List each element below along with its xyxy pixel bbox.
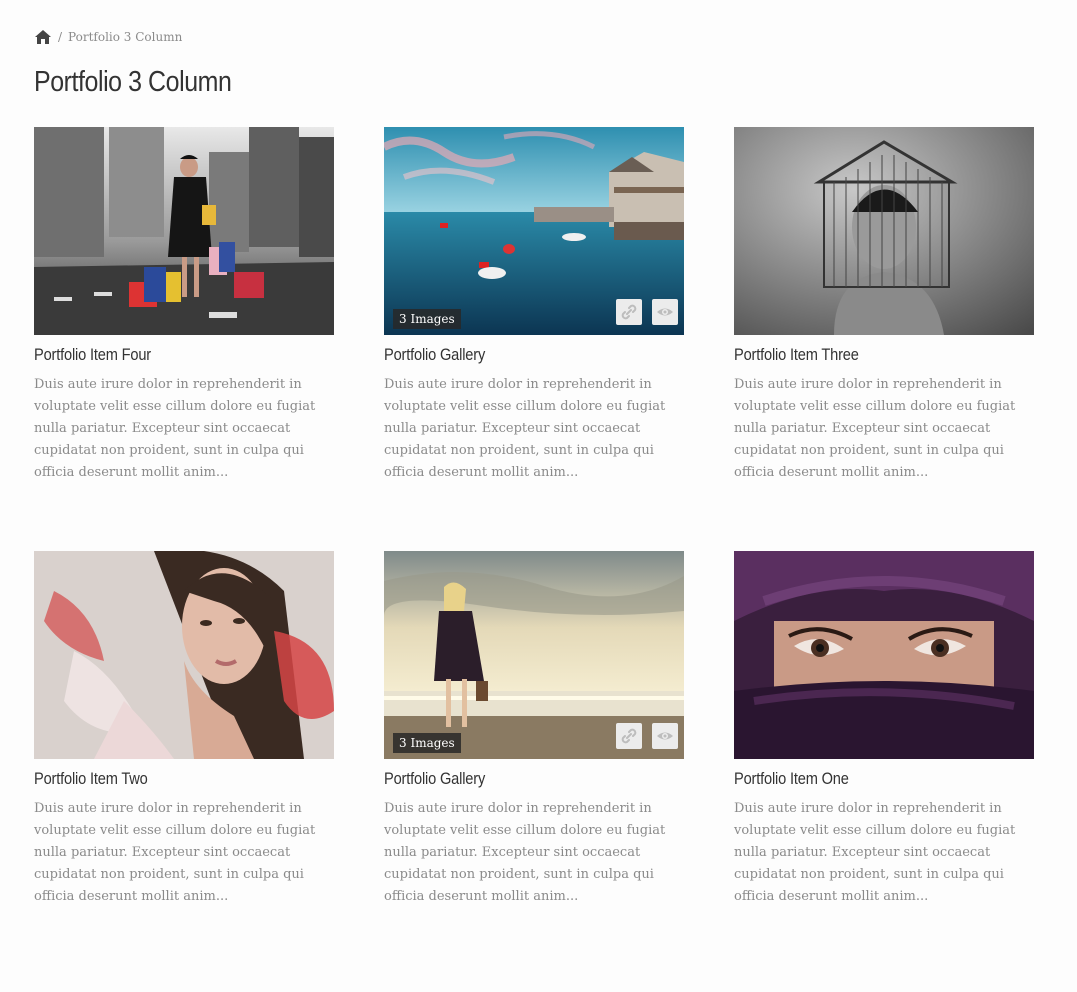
portfolio-item-title[interactable]: Portfolio Item Three — [734, 345, 859, 365]
woman-with-purple-veil-image — [734, 551, 1034, 759]
breadcrumb-current: Portfolio 3 Column — [68, 30, 183, 44]
portfolio-item-title[interactable]: Portfolio Item One — [734, 769, 849, 789]
portfolio-card: Portfolio Item One Duis aute irure dolor… — [734, 551, 1034, 975]
portfolio-item-excerpt: Duis aute irure dolor in reprehenderit i… — [34, 377, 316, 480]
page-title: Portfolio 3 Column — [34, 66, 232, 98]
breadcrumb: / Portfolio 3 Column — [34, 29, 182, 45]
link-icon[interactable] — [616, 723, 642, 749]
portfolio-item-title[interactable]: Portfolio Gallery — [384, 345, 485, 365]
woman-with-shopping-bags-image — [34, 127, 334, 335]
home-icon[interactable] — [34, 29, 52, 45]
woman-with-birdcage-image — [734, 127, 1034, 335]
eye-icon[interactable] — [652, 723, 678, 749]
link-icon[interactable] — [616, 299, 642, 325]
portfolio-thumbnail[interactable] — [34, 551, 334, 759]
portfolio-item-title[interactable]: Portfolio Item Two — [34, 769, 148, 789]
portfolio-thumbnail[interactable] — [34, 127, 334, 335]
portfolio-thumbnail[interactable]: 3 Images — [384, 551, 684, 759]
portfolio-grid: Portfolio Item Four Duis aute irure dolo… — [34, 127, 1034, 975]
portfolio-thumbnail[interactable] — [734, 551, 1034, 759]
portfolio-thumbnail[interactable] — [734, 127, 1034, 335]
portfolio-item-excerpt: Duis aute irure dolor in reprehenderit i… — [734, 377, 1016, 480]
portfolio-card: 3 Images Portfolio Gallery Duis aute iru… — [384, 551, 684, 975]
breadcrumb-separator: / — [58, 30, 63, 44]
portfolio-item-excerpt: Duis aute irure dolor in reprehenderit i… — [384, 801, 666, 904]
portfolio-item-excerpt: Duis aute irure dolor in reprehenderit i… — [384, 377, 666, 480]
image-count-badge: 3 Images — [393, 309, 461, 329]
portfolio-thumbnail[interactable]: 3 Images — [384, 127, 684, 335]
woman-with-red-collar-image — [34, 551, 334, 759]
portfolio-card: Portfolio Item Two Duis aute irure dolor… — [34, 551, 334, 975]
portfolio-item-excerpt: Duis aute irure dolor in reprehenderit i… — [734, 801, 1016, 904]
portfolio-card: Portfolio Item Four Duis aute irure dolo… — [34, 127, 334, 551]
portfolio-page: / Portfolio 3 Column Portfolio 3 Column — [0, 0, 1077, 992]
portfolio-card: Portfolio Item Three Duis aute irure dol… — [734, 127, 1034, 551]
portfolio-card: 3 Images Portfolio Gallery Duis aute iru… — [384, 127, 684, 551]
image-count-badge: 3 Images — [393, 733, 461, 753]
eye-icon[interactable] — [652, 299, 678, 325]
portfolio-item-title[interactable]: Portfolio Gallery — [384, 769, 485, 789]
portfolio-item-title[interactable]: Portfolio Item Four — [34, 345, 151, 365]
portfolio-item-excerpt: Duis aute irure dolor in reprehenderit i… — [34, 801, 316, 904]
